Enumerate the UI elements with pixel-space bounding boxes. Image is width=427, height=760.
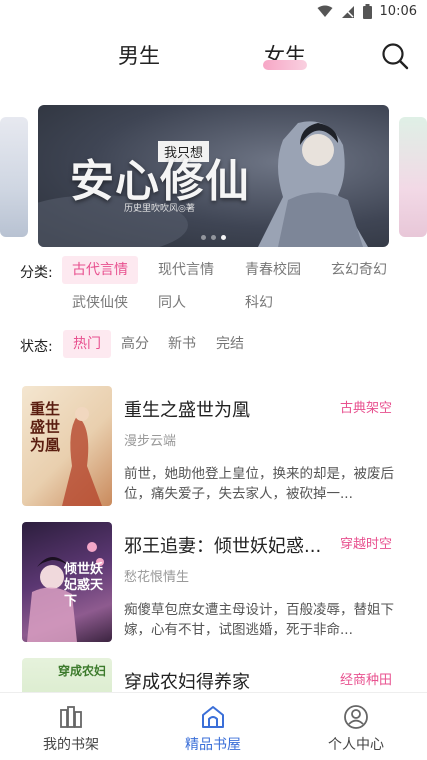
category-chip-fanfic[interactable]: 同人 xyxy=(148,289,196,317)
banner-carousel[interactable]: 我只想 安心修仙 历史里吹吹风◎著 xyxy=(38,105,389,247)
home-icon xyxy=(202,706,224,728)
category-filter: 分类: 古代言情 现代言情 青春校园 玄幻奇幻 武侠仙侠 同人 科幻 xyxy=(0,254,427,320)
book-genre-tag[interactable]: 经商种田 xyxy=(340,669,392,688)
banner-next-peek[interactable] xyxy=(399,117,427,237)
bookshelf-icon xyxy=(60,706,82,728)
book-list-item[interactable]: 倾世妖妃惑天下 邪王追妻：倾世妖妃惑... 穿越时空 愁花恨情生 痴傻草包庶女遭… xyxy=(0,522,427,647)
banner-author: 历史里吹吹风◎著 xyxy=(124,204,195,214)
banner-dot-active[interactable] xyxy=(221,235,226,240)
nav-label: 个人中心 xyxy=(328,737,384,753)
status-chip-completed[interactable]: 完结 xyxy=(206,330,254,358)
top-nav: 男生 女生 xyxy=(0,36,427,80)
tab-male[interactable]: 男生 xyxy=(118,40,160,70)
status-bar: 10:06 xyxy=(0,0,427,24)
nav-profile[interactable]: 个人中心 xyxy=(285,693,427,760)
category-chip-wuxia[interactable]: 武侠仙侠 xyxy=(62,289,138,317)
category-chip-campus[interactable]: 青春校园 xyxy=(235,256,311,284)
banner-prev-peek[interactable] xyxy=(0,117,28,237)
book-genre-tag[interactable]: 穿越时空 xyxy=(340,533,392,552)
category-chip-scifi[interactable]: 科幻 xyxy=(235,289,283,317)
banner-dot[interactable] xyxy=(201,235,206,240)
category-chip-fantasy[interactable]: 玄幻奇幻 xyxy=(321,256,397,284)
category-chip-ancient-romance[interactable]: 古代言情 xyxy=(62,256,138,284)
book-description: 痴傻草包庶女遭主母设计，百般凌辱，替姐下嫁，心有不甘，试图逃婚，死于非命... xyxy=(124,602,394,638)
bottom-nav: 我的书架 精品书屋 个人中心 xyxy=(0,692,427,760)
banner-pagination xyxy=(201,235,226,240)
user-icon xyxy=(344,705,368,729)
book-title: 穿成农妇得养家 xyxy=(124,672,250,692)
wifi-icon xyxy=(317,5,333,17)
banner-dot[interactable] xyxy=(211,235,216,240)
search-icon[interactable] xyxy=(381,42,409,70)
nav-label: 精品书屋 xyxy=(185,737,241,753)
active-tab-indicator xyxy=(263,60,307,70)
status-chip-new[interactable]: 新书 xyxy=(158,330,206,358)
nav-label: 我的书架 xyxy=(43,737,99,753)
book-cover-text: 重生盛世为凰 xyxy=(30,400,61,454)
book-genre-tag[interactable]: 古典架空 xyxy=(340,397,392,416)
book-list-item[interactable]: 重生盛世为凰 重生之盛世为凰 古典架空 漫步云端 前世，她助他登上皇位，换来的却… xyxy=(0,386,427,511)
category-label: 分类: xyxy=(20,265,53,281)
nav-bookstore[interactable]: 精品书屋 xyxy=(142,693,284,760)
book-author: 愁花恨情生 xyxy=(124,570,190,585)
book-list-item[interactable]: 穿成农妇 穿成农妇得养家 经商种田 xyxy=(0,658,427,692)
status-icons: 10:06 xyxy=(317,4,417,19)
book-cover[interactable]: 穿成农妇 xyxy=(22,658,112,692)
book-cover[interactable]: 倾世妖妃惑天下 xyxy=(22,522,112,642)
status-time: 10:06 xyxy=(379,4,417,19)
book-cover[interactable]: 重生盛世为凰 xyxy=(22,386,112,506)
battery-icon xyxy=(362,4,372,19)
status-chip-high-score[interactable]: 高分 xyxy=(111,330,159,358)
book-author: 漫步云端 xyxy=(124,434,177,449)
nav-bookshelf[interactable]: 我的书架 xyxy=(0,693,142,760)
book-cover-text: 穿成农妇 xyxy=(58,664,107,678)
signal-icon xyxy=(341,5,354,18)
book-title: 重生之盛世为凰 xyxy=(124,400,250,421)
status-label: 状态: xyxy=(20,339,53,355)
status-filter: 状态: 热门 高分 新书 完结 xyxy=(0,330,427,360)
banner-title: 安心修仙 xyxy=(70,156,250,207)
status-chip-hot[interactable]: 热门 xyxy=(63,330,111,358)
category-chip-modern-romance[interactable]: 现代言情 xyxy=(148,256,224,284)
book-title: 邪王追妻：倾世妖妃惑... xyxy=(124,536,322,557)
book-description: 前世，她助他登上皇位，换来的却是，被废后位，痛失爱子，失去家人，被砍掉一... xyxy=(124,466,394,502)
book-cover-text: 倾世妖妃惑天下 xyxy=(64,562,104,609)
